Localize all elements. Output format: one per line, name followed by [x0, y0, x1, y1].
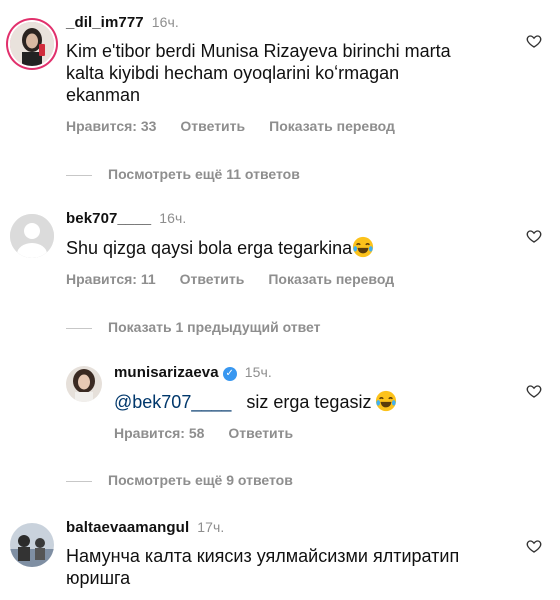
divider-line	[66, 480, 92, 482]
comment-text-line: Намунча калта кияcиз уялмайсизми ялтират…	[66, 546, 460, 566]
comment-username[interactable]: munisarizaeva ✓ 15ч.	[114, 364, 272, 381]
view-replies-label[interactable]: Посмотреть ещё 11 ответов	[108, 166, 300, 182]
show-previous-reply-button[interactable]: Показать 1 предыдущий ответ	[66, 319, 321, 335]
heart-outline-icon[interactable]	[526, 228, 542, 244]
comment-username[interactable]: baltaevaamangul 17ч.	[66, 519, 224, 536]
avatar-photo	[10, 22, 54, 66]
avatar[interactable]	[10, 214, 54, 258]
username-text[interactable]: bek707____	[66, 210, 151, 227]
heart-outline-icon[interactable]	[526, 538, 542, 554]
translate-button[interactable]: Показать перевод	[269, 118, 395, 134]
username-text[interactable]: munisarizaeva	[114, 364, 219, 381]
reply-button[interactable]: Ответить	[180, 271, 245, 287]
comment-text: @bek707____ siz erga tegasiz	[114, 390, 397, 413]
comment-username[interactable]: _dil_im777 16ч.	[66, 14, 179, 31]
comment-username[interactable]: bek707____ 16ч.	[66, 210, 186, 227]
likes-count[interactable]: Нравится: 33	[66, 118, 156, 134]
verified-badge-icon: ✓	[222, 367, 237, 381]
comment-text-line: Shu qizga qaysi bola erga tegarkina	[66, 238, 353, 258]
reply-button[interactable]: Ответить	[180, 118, 245, 134]
comment-text-line: Kim e'tibor berdi Munisa Rizayeva birinc…	[66, 41, 451, 61]
comment-text-line: siz erga tegasiz	[246, 392, 372, 412]
reply-button[interactable]: Ответить	[228, 425, 293, 441]
comment-text: Намунча калта кияcиз уялмайсизми ялтират…	[66, 545, 459, 589]
comment-time: 17ч.	[197, 519, 225, 535]
tears-of-joy-emoji	[353, 236, 374, 258]
heart-outline-icon[interactable]	[526, 33, 542, 49]
default-avatar-icon	[10, 214, 54, 258]
heart-outline-icon[interactable]	[526, 383, 542, 399]
username-text[interactable]: baltaevaamangul	[66, 519, 189, 536]
show-previous-label[interactable]: Показать 1 предыдущий ответ	[108, 319, 321, 335]
tears-of-joy-emoji	[376, 390, 397, 412]
comment-time: 16ч.	[159, 210, 187, 226]
view-replies-label[interactable]: Посмотреть ещё 9 ответов	[108, 472, 293, 488]
comment-text-line: kalta kiyibdi hecham oyoqlarini koʻrmaga…	[66, 63, 400, 83]
comment-text-line: юришга	[66, 568, 131, 588]
divider-line	[66, 327, 92, 329]
comment-text: Shu qizga qaysi bola erga tegarkina	[66, 236, 374, 259]
username-text[interactable]: _dil_im777	[66, 14, 144, 31]
avatar-photo	[66, 366, 102, 402]
likes-count[interactable]: Нравится: 11	[66, 271, 156, 287]
comment-text-line: ekanman	[66, 85, 141, 105]
avatar-photo	[10, 523, 54, 567]
translate-button[interactable]: Показать перевод	[268, 271, 394, 287]
view-replies-button[interactable]: Посмотреть ещё 9 ответов	[66, 472, 293, 488]
view-replies-button[interactable]: Посмотреть ещё 11 ответов	[66, 166, 300, 182]
avatar[interactable]	[10, 523, 54, 567]
comment-actions: Нравится: 33 Ответить Показать перевод	[66, 118, 419, 134]
avatar[interactable]	[10, 22, 54, 66]
mention-link[interactable]: @bek707____	[114, 392, 231, 412]
comment-time: 16ч.	[151, 14, 179, 30]
comment-text: Kim e'tibor berdi Munisa Rizayeva birinc…	[66, 40, 451, 106]
divider-line	[66, 174, 92, 176]
comment-time: 15ч.	[244, 364, 272, 380]
comment-actions: Нравится: 11 Ответить Показать перевод	[66, 271, 418, 287]
avatar[interactable]	[66, 366, 102, 402]
likes-count[interactable]: Нравится: 58	[114, 425, 204, 441]
comment-actions: Нравится: 58 Ответить	[114, 425, 317, 441]
